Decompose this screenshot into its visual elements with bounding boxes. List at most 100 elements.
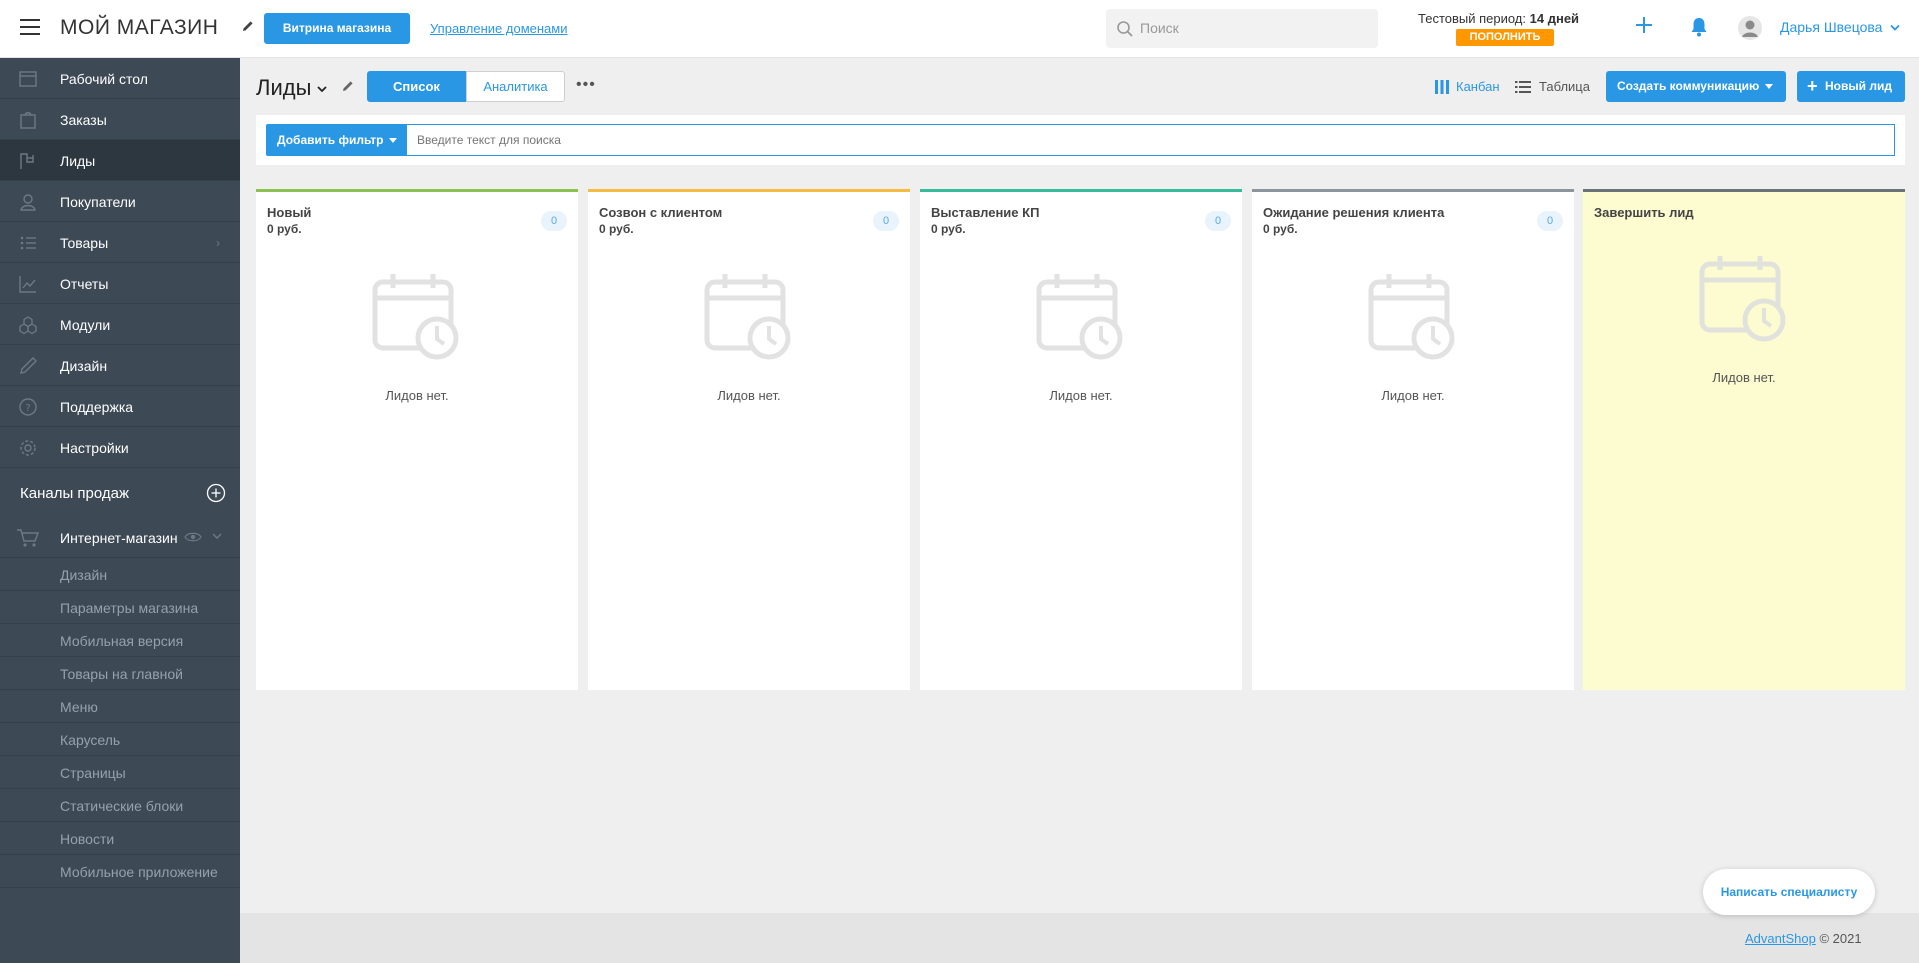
edit-icon[interactable] [341,79,355,93]
create-communication-label: Создать коммуникацию [1617,79,1760,93]
customers-icon [20,194,36,211]
trial-label: Тестовый период: [1418,11,1527,26]
advantshop-link[interactable]: AdvantShop [1745,931,1816,946]
eye-icon[interactable] [184,531,202,543]
bell-icon[interactable] [1690,16,1708,38]
sidebar-item-modules[interactable]: Модули [0,304,240,345]
avatar[interactable] [1738,15,1762,41]
column-empty-text: Лидов нет. [717,388,781,403]
kanban-column-awaiting-decision[interactable]: Ожидание решения клиента 0 руб. 0 Лидов … [1252,189,1574,690]
copyright: AdvantShop © 2021 [1745,931,1862,946]
chevron-down-icon [388,137,397,143]
tab-analytics[interactable]: Аналитика [466,71,565,102]
add-filter-button[interactable]: Добавить фильтр [266,124,406,156]
sidebar-item-support[interactable]: ? Поддержка [0,386,240,427]
calendar-clock-icon [372,274,459,360]
sidebar-item-desktop[interactable]: Рабочий стол [0,58,240,99]
column-name: Новый [267,205,312,220]
column-name: Созвон с клиентом [599,205,723,220]
sidebar-subitem-carousel[interactable]: Карусель [0,723,240,756]
sidebar-item-design[interactable]: Дизайн [0,345,240,386]
menu-icon[interactable] [20,19,40,35]
topup-button[interactable]: ПОПОЛНИТЬ [1456,29,1554,46]
sidebar-subitem-pages[interactable]: Страницы [0,756,240,789]
sidebar-item-orders[interactable]: Заказы [0,99,240,140]
column-count-badge: 0 [1205,211,1231,231]
sidebar-item-settings[interactable]: Настройки [0,427,240,468]
sidebar-subitem-label: Карусель [60,732,121,748]
kanban-column-new[interactable]: Новый 0 руб. 0 Лидов нет. [256,189,578,690]
calendar-clock-icon [1368,274,1455,360]
sidebar-subitem-label: Новости [60,831,115,847]
sidebar-subitem-news[interactable]: Новости [0,822,240,855]
chevron-down-icon[interactable] [1890,24,1900,32]
more-options-icon[interactable]: ••• [576,76,596,94]
sidebar-item-reports[interactable]: Отчеты [0,263,240,304]
page-title[interactable]: Лиды [256,75,311,101]
create-communication-button[interactable]: Создать коммуникацию [1606,71,1786,102]
column-sum: 0 руб. [1263,222,1298,236]
sidebar-item-label: Отчеты [60,276,109,292]
orders-icon [20,112,36,129]
sidebar-subitem-label: Мобильное приложение [60,864,218,880]
sidebar-subitem-mobile-version[interactable]: Мобильная версия [0,624,240,657]
search-placeholder: Поиск [1140,20,1179,36]
kanban-column-proposal[interactable]: Выставление КП 0 руб. 0 Лидов нет. [920,189,1242,690]
column-count-badge: 0 [541,211,567,231]
sidebar-subitem-static-blocks[interactable]: Статические блоки [0,789,240,822]
sidebar-item-products[interactable]: Товары › [0,222,240,263]
sales-channels-label: Каналы продаж [20,485,130,502]
sidebar-item-label: Рабочий стол [60,71,148,87]
sidebar-subitem-label: Страницы [60,765,126,781]
column-name: Ожидание решения клиента [1263,205,1445,220]
plus-icon[interactable] [1634,15,1654,35]
chevron-down-icon[interactable] [317,85,327,93]
showcase-button[interactable]: Витрина магазина [264,13,410,44]
support-icon: ? [19,398,37,416]
sidebar-item-online-shop[interactable]: Интернет-магазин [0,518,240,558]
sidebar-subitem-label: Дизайн [60,567,108,583]
footer [240,913,1919,963]
search-icon [1117,21,1133,37]
sidebar-item-customers[interactable]: Покупатели [0,181,240,222]
chevron-down-icon [1764,83,1773,89]
copyright-year: © 2021 [1819,931,1862,946]
chevron-right-icon: › [216,236,220,250]
trial-days: 14 дней [1529,11,1580,26]
column-empty-text: Лидов нет. [1049,388,1113,403]
sidebar-item-label: Заказы [60,112,107,128]
chevron-down-icon[interactable] [212,532,222,540]
sidebar-subitem-label: Мобильная версия [60,633,184,649]
sidebar-subitem-main-products[interactable]: Товары на главной [0,657,240,690]
domains-link[interactable]: Управление доменами [430,21,567,36]
tab-list[interactable]: Список [367,71,466,102]
kanban-column-finish-lead[interactable]: Завершить лид Лидов нет. [1583,189,1905,690]
user-name[interactable]: Дарья Швецова [1780,19,1882,35]
sidebar-item-leads[interactable]: Лиды [0,140,240,181]
modules-icon [19,316,37,335]
contact-specialist-button[interactable]: Написать специалисту [1703,869,1875,915]
column-empty-text: Лидов нет. [1712,370,1776,385]
filter-search-input[interactable] [406,124,1895,156]
sidebar-subitem-menu[interactable]: Меню [0,690,240,723]
sidebar: Рабочий стол Заказы Лиды Покупатели Това… [0,58,240,963]
edit-title-icon[interactable] [241,19,255,33]
sidebar-item-label: Модули [60,317,111,333]
top-header: МОЙ МАГАЗИН Витрина магазина Управление … [0,0,1919,58]
view-table-label: Таблица [1539,79,1590,94]
column-count-badge: 0 [1537,211,1563,231]
sidebar-subitem-shop-params[interactable]: Параметры магазина [0,591,240,624]
filter-bar: Добавить фильтр [256,115,1905,165]
kanban-column-call-client[interactable]: Созвон с клиентом 0 руб. 0 Лидов нет. [588,189,910,690]
store-title[interactable]: МОЙ МАГАЗИН [60,16,218,40]
svg-text:?: ? [25,403,30,414]
new-lead-button[interactable]: + Новый лид [1797,71,1905,102]
cart-icon [17,529,40,547]
sidebar-subitem-design[interactable]: Дизайн [0,558,240,591]
sidebar-subitem-mobile-app[interactable]: Мобильное приложение [0,855,240,888]
desktop-icon [19,71,37,87]
table-icon [1515,81,1531,93]
products-icon [20,236,36,250]
search-input[interactable]: Поиск [1106,9,1378,48]
add-channel-icon[interactable] [206,483,226,503]
